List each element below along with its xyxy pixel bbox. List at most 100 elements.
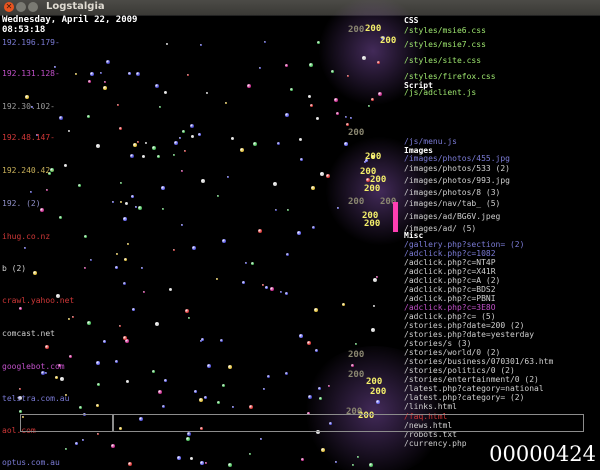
request-ball xyxy=(327,385,330,388)
request-ball xyxy=(96,144,101,149)
request-ball xyxy=(173,154,176,156)
response-code: 200 xyxy=(348,128,365,138)
request-ball xyxy=(67,317,70,320)
request-ball xyxy=(307,395,312,400)
request-ball xyxy=(135,72,140,77)
title-bar[interactable]: ✕ Logstalgia xyxy=(0,0,600,16)
request-ball xyxy=(181,170,184,173)
request-ball xyxy=(231,136,235,140)
response-code: 200 xyxy=(348,370,365,380)
request-ball xyxy=(285,253,289,257)
path-label: /images/photos/455.jpg xyxy=(404,154,510,163)
path-label: /images/photos/993.jpg xyxy=(404,176,510,185)
request-ball xyxy=(376,60,380,64)
request-ball xyxy=(189,123,194,128)
request-ball xyxy=(58,216,62,220)
path-label: /images/ad/BG6V.jpeg xyxy=(404,212,501,221)
request-ball xyxy=(164,91,168,95)
request-ball xyxy=(162,208,165,211)
request-ball xyxy=(285,112,289,117)
request-ball xyxy=(129,153,134,158)
request-ball xyxy=(120,182,123,185)
request-ball xyxy=(180,224,183,227)
request-ball xyxy=(24,247,27,250)
window-title: Logstalgia xyxy=(46,1,105,12)
request-ball xyxy=(125,202,129,206)
request-ball xyxy=(333,97,338,102)
log-date: Wednesday, April 22, 2009 xyxy=(2,15,138,25)
request-ball xyxy=(161,404,165,408)
request-ball xyxy=(84,235,87,239)
request-ball xyxy=(115,265,118,269)
request-ball xyxy=(86,114,90,118)
path-label: /stories.php?date=200 (2) xyxy=(404,321,525,330)
request-ball xyxy=(122,335,127,340)
minimize-button[interactable] xyxy=(16,2,26,12)
request-ball xyxy=(103,80,106,83)
request-ball xyxy=(127,243,130,245)
request-ball xyxy=(263,387,265,390)
request-ball xyxy=(127,461,132,466)
close-button[interactable]: ✕ xyxy=(4,2,14,12)
path-label: /stories/entertainment/0 (2) xyxy=(404,375,539,384)
request-ball xyxy=(158,106,161,109)
host-label: 192.131.128- xyxy=(2,69,60,78)
path-label: /images/photos/8 (3) xyxy=(404,188,501,197)
request-ball xyxy=(192,245,196,250)
maximize-button[interactable] xyxy=(28,2,38,12)
request-ball xyxy=(103,86,108,91)
path-label: /adclick.php?c= (5) xyxy=(404,312,496,321)
request-ball xyxy=(350,363,354,367)
request-ball xyxy=(284,292,288,296)
request-ball xyxy=(165,43,168,46)
request-ball xyxy=(103,340,107,344)
path-label: /gallery.php?section= (2) xyxy=(404,240,525,249)
request-ball xyxy=(18,410,22,414)
host-label: telstra.com.au xyxy=(2,394,70,403)
path-label: /stories.php?date=yesterday xyxy=(404,330,535,339)
request-ball xyxy=(375,399,380,404)
request-ball xyxy=(362,55,367,60)
request-ball xyxy=(201,178,206,183)
request-ball xyxy=(200,43,203,46)
request-ball xyxy=(275,209,278,212)
request-ball xyxy=(279,290,282,293)
request-counter: 00000424 xyxy=(489,442,596,466)
request-ball xyxy=(248,453,251,456)
path-label: /stories/s (3) xyxy=(404,339,472,348)
request-ball xyxy=(64,447,67,450)
request-ball xyxy=(179,137,182,140)
path-label: /adclick.php?c=BDS2 xyxy=(404,285,496,294)
request-ball xyxy=(96,361,101,365)
request-ball xyxy=(46,188,49,191)
request-ball xyxy=(97,433,99,436)
path-label: /stories/business/070301/63.htm xyxy=(404,357,554,366)
request-ball xyxy=(315,116,319,120)
path-label: /links.html xyxy=(404,402,457,411)
request-ball xyxy=(82,439,85,442)
highlight-box xyxy=(20,414,114,432)
request-ball xyxy=(231,405,234,408)
request-ball xyxy=(265,285,269,289)
host-label: comcast.net xyxy=(2,329,55,338)
request-ball xyxy=(247,84,252,89)
request-ball xyxy=(120,200,123,203)
request-ball xyxy=(224,101,227,104)
request-ball xyxy=(345,115,348,118)
response-code: 200 xyxy=(364,219,381,229)
request-ball xyxy=(342,302,346,306)
request-ball xyxy=(40,207,45,212)
path-label: /currency.php xyxy=(404,439,467,448)
request-ball xyxy=(143,290,146,293)
request-ball xyxy=(306,341,311,346)
request-ball xyxy=(273,181,278,186)
request-ball xyxy=(44,344,49,349)
request-ball xyxy=(59,377,64,382)
request-ball xyxy=(156,154,160,158)
request-ball xyxy=(221,383,225,387)
request-ball xyxy=(314,348,318,352)
request-ball xyxy=(176,456,181,460)
request-ball xyxy=(249,404,254,409)
path-category: CSS xyxy=(404,16,419,25)
request-ball xyxy=(96,383,100,387)
